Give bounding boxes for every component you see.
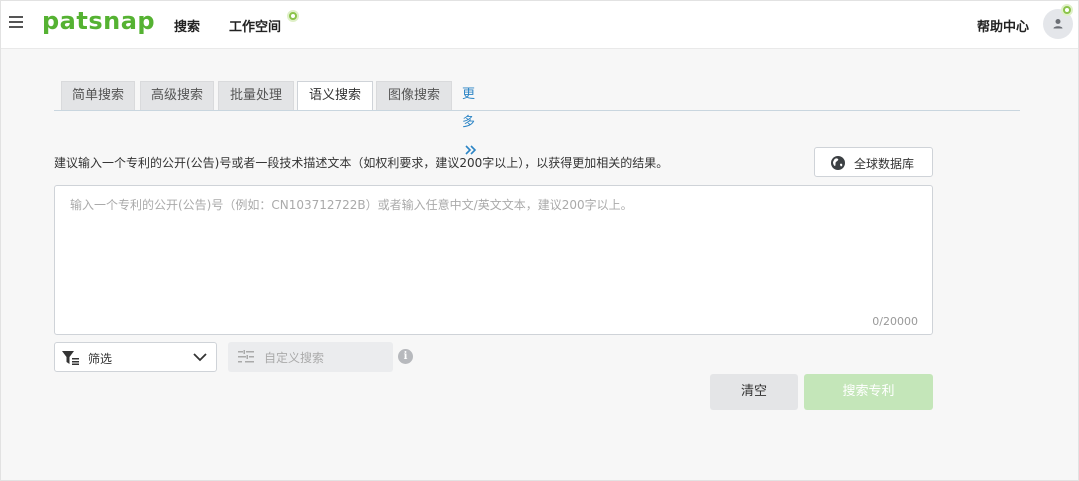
tabs-divider <box>54 110 1020 111</box>
clear-button[interactable]: 清空 <box>710 374 798 410</box>
info-icon[interactable]: i <box>398 349 413 364</box>
filter-icon <box>62 351 79 365</box>
filter-label: 筛选 <box>88 352 113 366</box>
input-placeholder: 输入一个专利的公开(公告)号（例如：CN103712722B）或者输入任意中文/… <box>70 198 633 212</box>
top-header: patsnap 搜索 工作空间 帮助中心 <box>1 1 1078 49</box>
semantic-search-input[interactable]: 输入一个专利的公开(公告)号（例如：CN103712722B）或者输入任意中文/… <box>54 185 933 335</box>
filter-dropdown[interactable]: 筛选 <box>54 342 217 372</box>
global-database-button[interactable]: 全球数据库 <box>814 147 933 177</box>
sliders-icon <box>238 350 254 363</box>
user-icon <box>1053 19 1063 29</box>
tab-simple-search[interactable]: 简单搜索 <box>61 81 135 110</box>
globe-icon <box>831 156 845 170</box>
menu-icon[interactable] <box>9 16 23 30</box>
chevron-down-icon <box>193 353 207 362</box>
custom-search-label: 自定义搜索 <box>264 351 325 365</box>
help-center-link[interactable]: 帮助中心 <box>977 16 1029 35</box>
global-database-label: 全球数据库 <box>854 157 915 171</box>
tab-advanced-search[interactable]: 高级搜索 <box>140 81 214 110</box>
logo-text: patsnap <box>42 7 156 35</box>
search-patents-button[interactable]: 搜索专利 <box>804 374 933 410</box>
nav-workspace[interactable]: 工作空间 <box>229 16 281 35</box>
custom-search-button[interactable]: 自定义搜索 <box>228 342 393 372</box>
tab-semantic-search[interactable]: 语义搜索 <box>297 81 373 111</box>
search-hint: 建议输入一个专利的公开(公告)号或者一段技术描述文本（如权利要求，建议200字以… <box>54 156 669 170</box>
avatar-status-dot-icon <box>1061 4 1073 16</box>
character-counter: 0/20000 <box>872 315 918 328</box>
tab-image-search[interactable]: 图像搜索 <box>376 81 452 110</box>
more-label: 更多 <box>462 87 476 130</box>
tab-more[interactable]: 更多 <box>462 81 477 165</box>
patsnap-logo[interactable]: patsnap <box>42 7 155 35</box>
tab-batch-process[interactable]: 批量处理 <box>218 81 294 110</box>
nav-search[interactable]: 搜索 <box>174 16 200 35</box>
notification-dot-icon <box>287 10 299 22</box>
